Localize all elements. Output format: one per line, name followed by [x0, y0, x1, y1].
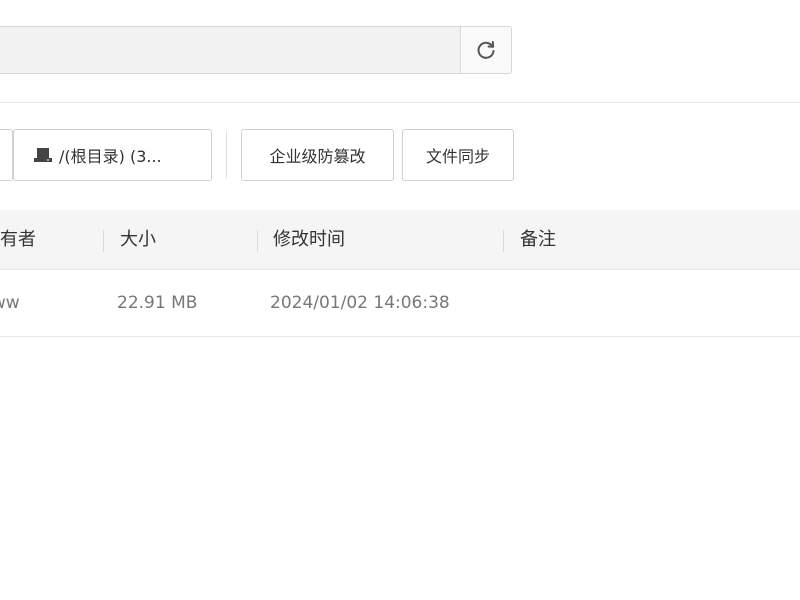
path-input[interactable] [0, 26, 460, 74]
table-row[interactable]: www 22.91 MB 2024/01/02 14:06:38 [0, 270, 800, 337]
column-separator [103, 230, 104, 252]
header-size[interactable]: 大小 [120, 210, 156, 270]
toolbar-separator [226, 131, 227, 179]
file-sync-label: 文件同步 [425, 147, 490, 166]
cell-modified-time: 2024/01/02 14:06:38 [270, 293, 450, 313]
toolbar-button-partial[interactable] [0, 129, 13, 181]
root-directory-button[interactable]: /(根目录) (3... [13, 129, 212, 181]
drive-icon [34, 148, 52, 162]
column-separator [257, 230, 258, 252]
refresh-icon [477, 41, 495, 59]
enterprise-tamper-proof-button[interactable]: 企业级防篡改 [241, 129, 394, 181]
file-manager: /(根目录) (3... 企业级防篡改 文件同步 所有者 大小 修改时间 备注 … [0, 0, 800, 600]
table-header: 所有者 大小 修改时间 备注 [0, 210, 800, 270]
header-modified-time[interactable]: 修改时间 [273, 210, 345, 270]
cell-owner: www [0, 293, 20, 313]
root-directory-label: /(根目录) (3... [59, 147, 162, 166]
refresh-button[interactable] [460, 26, 512, 74]
column-separator [503, 230, 504, 252]
enterprise-tamper-proof-label: 企业级防篡改 [269, 147, 366, 166]
header-remark[interactable]: 备注 [520, 210, 556, 270]
file-sync-button[interactable]: 文件同步 [402, 129, 514, 181]
header-owner[interactable]: 所有者 [0, 210, 36, 270]
toolbar-divider [0, 102, 800, 103]
cell-size: 22.91 MB [117, 293, 198, 313]
